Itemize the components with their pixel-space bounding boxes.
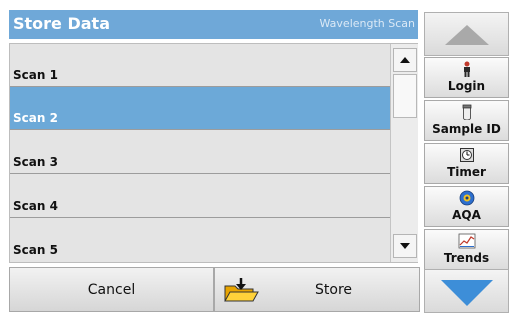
folder-store-icon [224,278,259,302]
list-item-label: Scan 2 [13,111,58,125]
scroll-up-button[interactable] [393,48,417,72]
person-icon [425,61,508,77]
login-button[interactable]: Login [424,57,509,98]
cancel-label: Cancel [87,282,136,298]
store-button[interactable]: Store [214,267,420,312]
scroll-down-button[interactable] [393,234,417,258]
timer-button[interactable]: Timer [424,143,509,184]
page-title: Store Data [13,14,110,33]
list-item[interactable]: Scan 1 [10,44,390,87]
list-item-label: Scan 1 [13,68,58,82]
list-item[interactable]: Scan 4 [10,175,390,218]
arrow-up-icon [445,25,489,45]
list-item-selected[interactable]: Scan 2 [10,87,390,130]
aqa-label: AQA [452,208,481,222]
aqa-button[interactable]: AQA [424,186,509,227]
scan-list: Scan 1 Scan 2 Scan 3 Scan 4 Scan 5 [9,43,418,263]
scrollbar-thumb[interactable] [393,74,417,118]
trends-button[interactable]: Trends [424,229,509,270]
timer-label: Timer [447,165,486,179]
trends-label: Trends [443,251,490,265]
list-item[interactable]: Scan 5 [10,219,390,262]
list-item-label: Scan 3 [13,155,58,169]
sample-id-label: Sample ID [432,122,501,136]
sample-id-button[interactable]: Sample ID [424,100,509,141]
arrow-down-icon [441,280,493,306]
list-item[interactable]: Scan 3 [10,131,390,174]
store-label: Store [315,282,353,298]
scroll-up-nav-button[interactable] [424,12,509,56]
scroll-down-nav-button[interactable] [424,269,509,313]
list-item-label: Scan 5 [13,243,58,257]
title-bar: Store Data Wavelength Scan [9,10,418,39]
mode-subtitle: Wavelength Scan [319,17,416,30]
list-item-label: Scan 4 [13,199,58,213]
aqa-icon [425,190,508,206]
sample-vial-icon [425,104,508,120]
trends-chart-icon [425,233,508,249]
timer-icon [425,147,508,163]
login-label: Login [447,79,486,93]
list-scrollbar[interactable] [390,44,418,262]
caret-up-icon [400,57,410,63]
cancel-button[interactable]: Cancel [9,267,214,312]
caret-down-icon [400,243,410,249]
